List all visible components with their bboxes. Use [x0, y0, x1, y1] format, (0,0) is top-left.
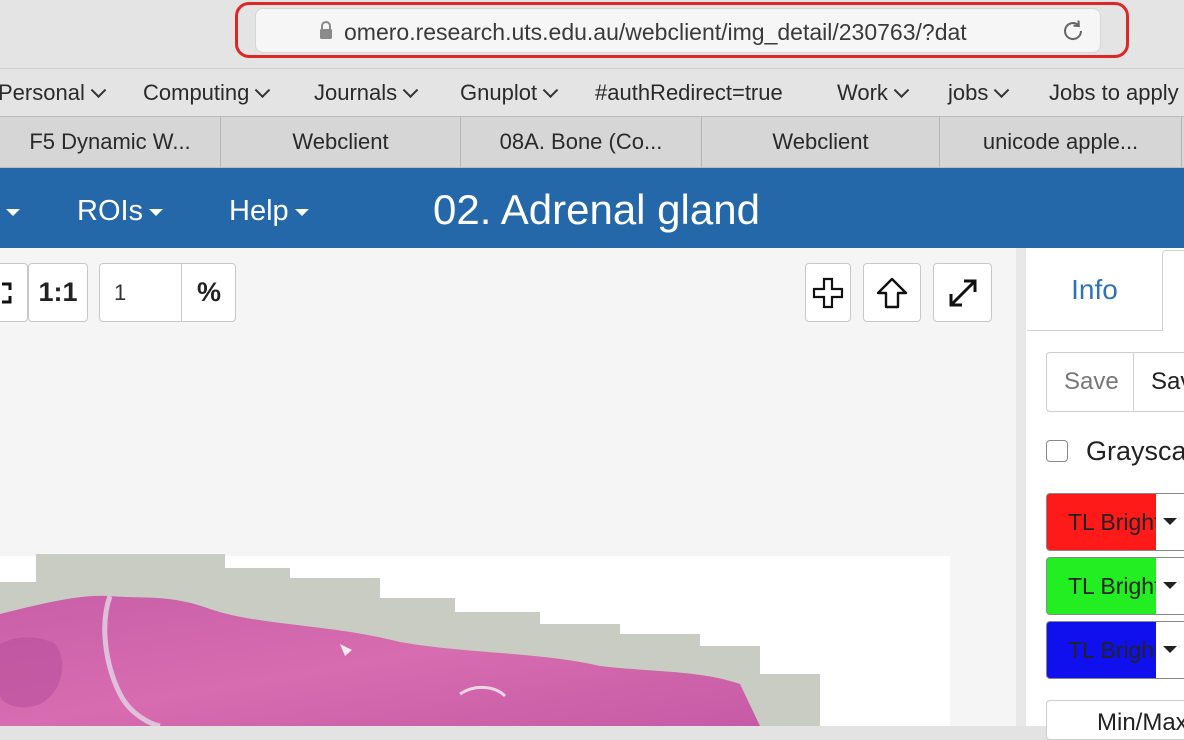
bookmark-personal[interactable]: Personal: [0, 80, 107, 106]
channel-button-red[interactable]: TL Brightfield: [1046, 493, 1157, 551]
bookmark-authredirect[interactable]: #authRedirect=true: [595, 80, 783, 106]
caret-down-icon: [294, 208, 309, 216]
tab-divider: [1027, 330, 1162, 331]
upload-button[interactable]: [863, 263, 921, 322]
save-to-all-button[interactable]: Save: [1133, 352, 1184, 412]
url-highlight-annotation: [235, 2, 1129, 58]
caret-down-icon: [1163, 646, 1177, 653]
caret-down-icon: [6, 208, 20, 216]
grayscale-checkbox[interactable]: [1046, 440, 1068, 462]
expand-icon: [949, 279, 976, 306]
browser-tab[interactable]: 08A. Bone (Co...: [461, 117, 702, 167]
zoom-1-to-1-button[interactable]: 1:1: [28, 263, 88, 322]
chevron-down-icon: [255, 82, 271, 99]
plus-icon: [812, 277, 844, 308]
browser-tab[interactable]: F5 Dynamic W...: [0, 117, 221, 167]
channel-dropdown[interactable]: [1156, 557, 1184, 615]
caret-down-icon: [1163, 518, 1177, 525]
grayscale-label: Grayscale: [1086, 436, 1184, 466]
image-title: 02. Adrenal gland: [433, 186, 760, 233]
browser-tab[interactable]: Webclient: [702, 117, 940, 167]
caret-down-icon: [149, 208, 164, 216]
zoom-control: %: [99, 263, 236, 322]
save-button[interactable]: Save: [1046, 352, 1134, 412]
channel-dropdown[interactable]: [1156, 493, 1184, 551]
zoom-percent-label: %: [181, 264, 236, 321]
channel-dropdown[interactable]: [1156, 621, 1184, 679]
bookmark-computing[interactable]: Computing: [143, 80, 271, 106]
chevron-down-icon: [542, 82, 559, 99]
bookmark-jobs-to-apply[interactable]: Jobs to apply: [1049, 80, 1179, 106]
arrow-up-icon: [876, 277, 908, 308]
chevron-down-icon: [402, 82, 419, 99]
channel-button-green[interactable]: TL Brightfield: [1046, 557, 1157, 615]
fit-to-window-button[interactable]: [0, 263, 28, 322]
menu-partial[interactable]: [0, 195, 20, 228]
add-roi-button[interactable]: [805, 263, 851, 322]
bookmarks-bar: Personal Computing Journals Gnuplot #aut…: [0, 68, 1184, 116]
chevron-down-icon: [90, 82, 107, 99]
chevron-down-icon: [994, 82, 1010, 99]
bookmark-gnuplot[interactable]: Gnuplot: [460, 80, 559, 106]
tab-info[interactable]: Info: [1027, 250, 1162, 330]
min-max-button[interactable]: Min/Max: [1046, 700, 1184, 740]
bookmark-journals[interactable]: Journals: [314, 80, 419, 106]
fit-icon: [2, 282, 12, 303]
caret-down-icon: [1163, 582, 1177, 589]
browser-tab[interactable]: unicode apple...: [940, 117, 1182, 167]
tab-active[interactable]: [1162, 250, 1184, 331]
tissue-slide-image: [0, 554, 820, 726]
browser-tab[interactable]: Webclient: [221, 117, 461, 167]
zoom-percent-input[interactable]: [100, 264, 182, 321]
browser-toolbar: omero.research.uts.edu.au/webclient/img_…: [0, 0, 1184, 68]
app-header: ROIs Help 02. Adrenal gland: [0, 168, 1184, 248]
bookmark-work[interactable]: Work: [837, 80, 910, 106]
chevron-down-icon: [893, 82, 910, 99]
fullscreen-button[interactable]: [933, 263, 992, 322]
browser-tab-strip: F5 Dynamic W... Webclient 08A. Bone (Co.…: [0, 116, 1184, 168]
image-viewer[interactable]: 1:1 %: [0, 248, 1016, 726]
channel-button-blue[interactable]: TL Brightfield: [1046, 621, 1157, 679]
bookmark-jobs[interactable]: jobs: [948, 80, 1010, 106]
menu-help[interactable]: Help: [229, 195, 309, 228]
menu-rois[interactable]: ROIs: [77, 195, 164, 228]
